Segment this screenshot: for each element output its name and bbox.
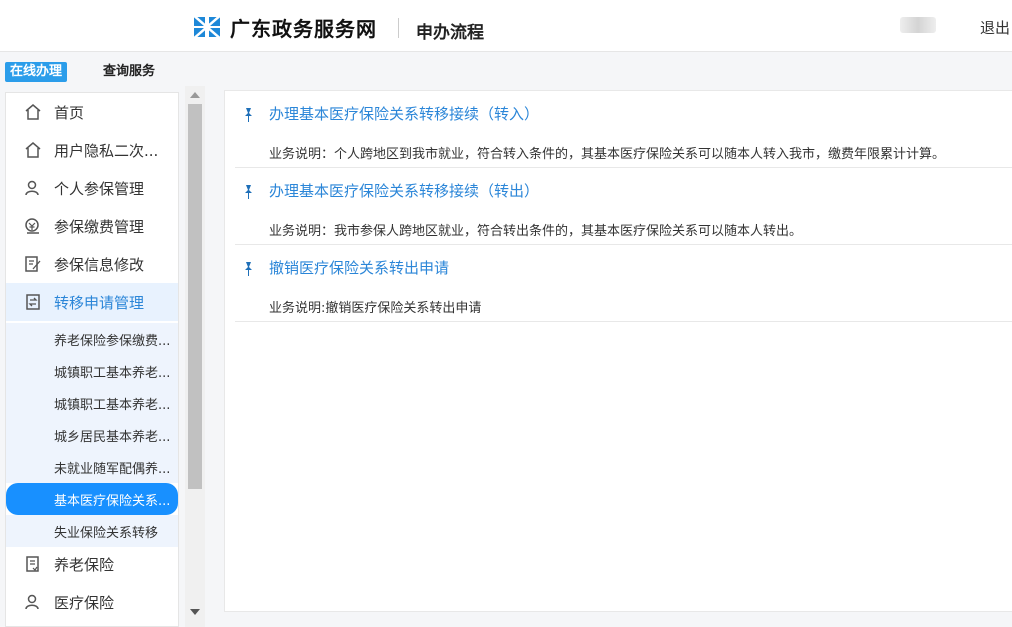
service-description: 业务说明：个人跨地区到我市就业，符合转入条件的，其基本医疗保险关系可以随本人转入…: [269, 147, 946, 162]
service-description: 业务说明：我市参保人跨地区就业，符合转出条件的，其基本医疗保险关系可以随本人转出…: [269, 224, 803, 239]
service-description: 业务说明:撤销医疗保险关系转出申请: [269, 301, 482, 316]
sidebar-item-medical[interactable]: 医疗保险: [6, 583, 178, 621]
sidebar-item-privacy[interactable]: 用户隐私二次...: [6, 131, 178, 169]
sidebar-item-label: 参保信息修改: [54, 255, 145, 274]
sidebar-item-label: 转移申请管理: [54, 293, 145, 312]
scroll-up-icon[interactable]: [190, 92, 200, 98]
sidebar-item-label: 首页: [54, 103, 85, 122]
sidebar-item-label: 参保缴费管理: [54, 217, 145, 236]
sidebar-item-personal-insurance[interactable]: 个人参保管理: [6, 169, 178, 207]
sidebar-subitem-label: 城镇职工基本养老...: [54, 365, 171, 381]
sidebar-subitem-urban-pension-1[interactable]: 城镇职工基本养老...: [6, 355, 178, 387]
sidebar-subitem-label: 未就业随军配偶养...: [54, 461, 171, 477]
sidebar-subitem-military-spouse[interactable]: 未就业随军配偶养...: [6, 451, 178, 483]
service-item: 撤销医疗保险关系转出申请 业务说明:撤销医疗保险关系转出申请: [235, 245, 1012, 322]
pin-icon: [245, 108, 252, 122]
site-title[interactable]: 广东政务服务网: [230, 13, 377, 42]
sidebar-subitem-label: 养老保险参保缴费...: [54, 333, 171, 349]
sidebar-item-label: 个人参保管理: [54, 179, 145, 198]
sidebar-subitem-label: 城乡居民基本养老...: [54, 429, 171, 445]
site-logo-icon[interactable]: [192, 14, 222, 40]
person-icon: [22, 592, 44, 612]
sidebar-scrollbar[interactable]: [185, 86, 205, 627]
pin-icon: [245, 262, 252, 276]
document-icon: [22, 554, 44, 574]
edit-icon: [22, 254, 44, 274]
service-title-link[interactable]: 办理基本医疗保险关系转移接续（转出）: [269, 180, 539, 201]
sidebar-subitem-pension-payment[interactable]: 养老保险参保缴费...: [6, 323, 178, 355]
sidebar-subitem-label: 基本医疗保险关系...: [54, 493, 171, 509]
logout-link[interactable]: 退出: [980, 17, 1010, 38]
sidebar-item-home[interactable]: 首页: [6, 93, 178, 131]
scroll-thumb[interactable]: [188, 104, 202, 489]
sidebar-subitem-label: 城镇职工基本养老...: [54, 397, 171, 413]
sidebar-item-pension[interactable]: 养老保险: [6, 545, 178, 583]
sidebar-item-info-edit[interactable]: 参保信息修改: [6, 245, 178, 283]
page-subtitle: 申办流程: [416, 23, 484, 43]
sidebar-subitem-label: 失业保险关系转移: [54, 525, 159, 541]
home-icon: [22, 102, 44, 122]
payment-icon: [22, 216, 44, 236]
sidebar-subitem-urban-pension-2[interactable]: 城镇职工基本养老...: [6, 387, 178, 419]
scroll-down-icon[interactable]: [190, 609, 200, 615]
pin-icon: [245, 185, 252, 199]
top-header: 广东政务服务网 申办流程 退出: [0, 0, 1012, 52]
transfer-icon: [22, 292, 44, 312]
service-title-link[interactable]: 撤销医疗保险关系转出申请: [269, 257, 449, 278]
tab-query[interactable]: 查询服务: [103, 62, 155, 82]
service-item: 办理基本医疗保险关系转移接续（转入） 业务说明：个人跨地区到我市就业，符合转入条…: [235, 91, 1012, 168]
tab-online[interactable]: 在线办理: [5, 62, 67, 82]
home-icon: [22, 140, 44, 160]
sidebar-subitem-rural-pension[interactable]: 城乡居民基本养老...: [6, 419, 178, 451]
sidebar-subitem-medical-transfer[interactable]: 基本医疗保险关系...: [6, 483, 178, 515]
sidebar-item-transfer[interactable]: 转移申请管理: [6, 283, 178, 321]
sidebar-item-label: 医疗保险: [54, 593, 115, 612]
header-divider: [398, 18, 399, 38]
user-avatar[interactable]: [900, 17, 936, 33]
person-icon: [22, 178, 44, 198]
sidebar-subitem-unemployment[interactable]: 失业保险关系转移: [6, 515, 178, 547]
sidebar-item-payment[interactable]: 参保缴费管理: [6, 207, 178, 245]
service-list-panel: 办理基本医疗保险关系转移接续（转入） 业务说明：个人跨地区到我市就业，符合转入条…: [224, 90, 1012, 612]
sidebar-item-label: 用户隐私二次...: [54, 141, 159, 160]
service-title-link[interactable]: 办理基本医疗保险关系转移接续（转入）: [269, 103, 539, 124]
sidebar: 首页 用户隐私二次... 个人参保管理 参保缴费管理 参保信息修改 转移申请管理…: [5, 92, 179, 627]
sidebar-item-label: 养老保险: [54, 555, 115, 574]
service-item: 办理基本医疗保险关系转移接续（转出） 业务说明：我市参保人跨地区就业，符合转出条…: [235, 168, 1012, 245]
